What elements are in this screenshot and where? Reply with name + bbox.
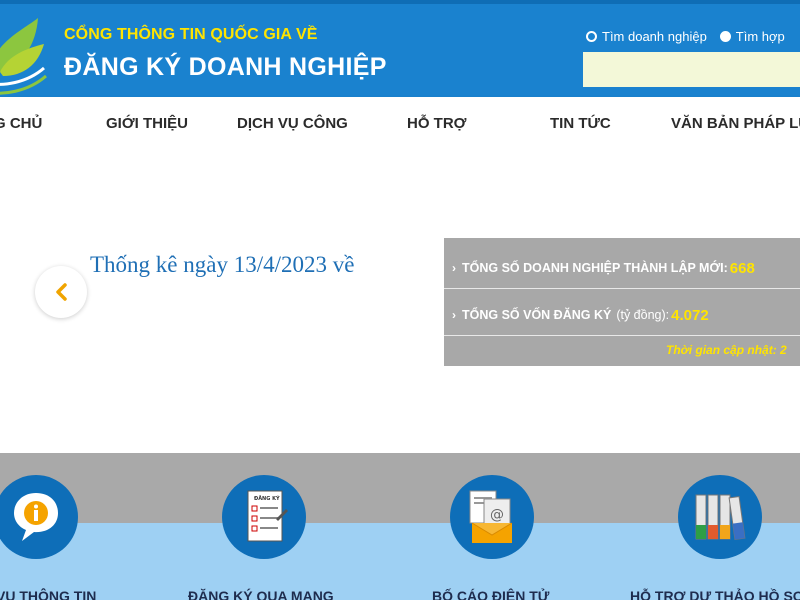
radio-find-enterprise[interactable]: Tìm doanh nghiệp <box>586 29 707 44</box>
service-dossier-support[interactable] <box>678 475 762 559</box>
service-label[interactable]: BỐ CÁO ĐIỆN TỬ <box>432 588 549 600</box>
service-online-registration[interactable]: ĐĂNG KÝ <box>222 475 306 559</box>
radio-unchecked-icon <box>586 31 597 42</box>
svg-text:ĐĂNG KÝ: ĐĂNG KÝ <box>254 495 280 502</box>
registration-form-icon: ĐĂNG KÝ <box>247 490 288 542</box>
stat-value: 668 <box>729 259 755 277</box>
nav-item-about[interactable]: GIỚI THIỆU <box>106 115 188 132</box>
binders-icon <box>695 494 746 541</box>
radio-find-other[interactable]: Tìm hợp <box>719 29 785 44</box>
chevron-right-icon: › <box>452 261 456 275</box>
stat-value: 4.072 <box>671 306 709 324</box>
page: CỔNG THÔNG TIN QUỐC GIA VỀ ĐĂNG KÝ DOANH… <box>0 0 800 600</box>
email-document-icon: @ <box>469 490 513 543</box>
nav-item-news[interactable]: TIN TỨC <box>550 115 611 132</box>
radio-label: Tìm hợp <box>735 29 785 44</box>
logo-leaf-icon[interactable] <box>0 10 48 96</box>
nav-item-support[interactable]: HỖ TRỢ <box>407 115 466 132</box>
service-info[interactable] <box>0 475 78 559</box>
service-label[interactable]: VỤ THÔNG TIN <box>0 588 96 600</box>
radio-label: Tìm doanh nghiệp <box>602 29 707 44</box>
site-subtitle: CỔNG THÔNG TIN QUỐC GIA VỀ <box>64 26 318 43</box>
stat-unit: (tỷ đồng): <box>616 308 670 322</box>
search-type-options: Tìm doanh nghiệp Tìm hợp <box>586 29 785 44</box>
divider <box>444 288 800 289</box>
main-nav: G CHỦ GIỚI THIỆU DỊCH VỤ CÔNG HỖ TRỢ TIN… <box>0 97 800 153</box>
stats-box: › TỔNG SỐ DOANH NGHIỆP THÀNH LẬP MỚI: 66… <box>444 238 800 366</box>
stat-label: TỔNG SỐ DOANH NGHIỆP THÀNH LẬP MỚI: <box>462 261 728 275</box>
chevron-right-icon: › <box>452 308 456 322</box>
divider <box>444 335 800 336</box>
service-e-notice[interactable]: @ <box>450 475 534 559</box>
service-label[interactable]: HỖ TRỢ DỰ THẢO HỒ SƠ <box>630 588 800 600</box>
site-title[interactable]: ĐĂNG KÝ DOANH NGHIỆP <box>64 53 387 82</box>
stat-registered-capital: › TỔNG SỐ VỐN ĐĂNG KÝ (tỷ đồng): 4.072 <box>444 295 800 335</box>
stats-heading: Thống kê ngày 13/4/2023 về <box>90 252 355 277</box>
stat-label: TỔNG SỐ VỐN ĐĂNG KÝ <box>462 308 612 322</box>
radio-checked-icon <box>719 31 731 42</box>
info-chat-icon <box>14 493 58 541</box>
site-header: CỔNG THÔNG TIN QUỐC GIA VỀ ĐĂNG KÝ DOANH… <box>0 0 800 97</box>
stat-new-enterprises: › TỔNG SỐ DOANH NGHIỆP THÀNH LẬP MỚI: 66… <box>444 248 800 288</box>
nav-item-home[interactable]: G CHỦ <box>0 115 42 132</box>
chevron-left-icon <box>56 283 67 301</box>
carousel-prev-button[interactable] <box>35 266 87 318</box>
nav-item-legal-documents[interactable]: VĂN BẢN PHÁP LU <box>671 115 800 132</box>
service-label[interactable]: ĐĂNG KÝ QUA MẠNG <box>188 588 334 600</box>
update-time: Thời gian cập nhật: 2 <box>666 343 787 357</box>
search-input[interactable] <box>583 52 800 87</box>
svg-text:@: @ <box>490 507 504 523</box>
nav-item-public-services[interactable]: DỊCH VỤ CÔNG <box>237 115 348 132</box>
